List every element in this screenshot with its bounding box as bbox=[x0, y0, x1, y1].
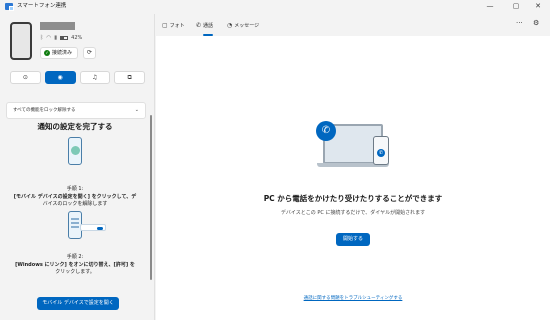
close-button[interactable]: ✕ bbox=[528, 1, 548, 11]
screen-icon: ⧉ bbox=[127, 74, 132, 81]
active-tab-indicator bbox=[203, 34, 213, 36]
screen-tab[interactable]: ⧉ bbox=[114, 71, 145, 84]
phone-illustration bbox=[373, 136, 389, 165]
settings-gear-icon[interactable]: ⚙ bbox=[533, 19, 539, 27]
title-bar: スマートフォン連携 — ▢ ✕ bbox=[0, 0, 550, 14]
notification-bubble-icon bbox=[71, 146, 80, 155]
message-icon: ◔ bbox=[227, 21, 233, 29]
connection-status-badge: ✓ 接続済み bbox=[40, 47, 79, 59]
more-options-button[interactable]: ··· bbox=[516, 19, 523, 27]
photo-icon: ▢ bbox=[162, 21, 168, 29]
check-icon: ✓ bbox=[44, 50, 50, 56]
maximize-button[interactable]: ▢ bbox=[506, 1, 526, 11]
step1-line1: [モバイル デバイスの設定を開く] をクリックして、デ bbox=[13, 193, 137, 200]
tab-messages[interactable]: ◔ メッセージ bbox=[227, 20, 259, 30]
main-panel bbox=[156, 14, 550, 320]
window-title: スマートフォン連携 bbox=[17, 3, 67, 9]
calls-icon: ◉ bbox=[57, 74, 63, 81]
step1-label: 手順 1: bbox=[66, 186, 84, 192]
list-line bbox=[71, 222, 79, 224]
unlock-features-label: すべての機能をロック解除する bbox=[13, 108, 76, 113]
notification-setup-title: 通知の設定を完了する bbox=[37, 122, 113, 131]
link-to-windows-toggle-illustration bbox=[80, 224, 106, 231]
start-button[interactable]: 開始する bbox=[336, 233, 370, 246]
list-line bbox=[71, 226, 79, 228]
music-icon: ♫ bbox=[92, 74, 98, 81]
step1-text: 手順 1: [モバイル デバイスの設定を開く] をクリックして、デ バイスのロッ… bbox=[10, 186, 140, 209]
sidebar-feature-tabs: ⊙ ◉ ♫ ⧉ bbox=[10, 71, 145, 85]
apps-tab[interactable]: ⊙ bbox=[10, 71, 41, 84]
step2-label: 手順 2: bbox=[66, 254, 84, 260]
phone-link-app-icon bbox=[5, 3, 14, 11]
phone-icon: ✆ bbox=[196, 21, 202, 29]
device-phone-image bbox=[10, 22, 32, 60]
battery-percent: 42% bbox=[71, 35, 83, 41]
refresh-button[interactable]: ⟳ bbox=[83, 47, 96, 59]
chevron-down-icon: ⌄ bbox=[134, 107, 139, 113]
battery-icon bbox=[60, 36, 69, 40]
list-line bbox=[71, 218, 79, 220]
refresh-icon: ⟳ bbox=[86, 49, 93, 56]
bluetooth-icon: ᛒ bbox=[40, 35, 44, 41]
hero-subtitle: デバイスとこの PC に接続するだけで、ダイヤルが開始されます bbox=[280, 210, 426, 216]
call-phone-icon: ✆ bbox=[316, 121, 336, 141]
troubleshoot-calls-link[interactable]: 通話に関する問題をトラブルシューティングする bbox=[156, 295, 550, 301]
apps-icon: ⊙ bbox=[22, 74, 28, 81]
music-tab[interactable]: ♫ bbox=[79, 71, 111, 84]
minimize-button[interactable]: — bbox=[480, 1, 500, 11]
wifi-icon: ◠ bbox=[46, 35, 52, 41]
tab-photos-label: フォト bbox=[169, 22, 185, 29]
tab-photos[interactable]: ▢ フォト bbox=[162, 20, 185, 30]
step1-line2: バイスのロックを解除します bbox=[42, 201, 108, 207]
device-name-redacted bbox=[40, 22, 75, 30]
step2-line1: [Windows にリンク] をオンに切り替え、[許可] を bbox=[15, 261, 135, 268]
main-tab-bar: ▢ フォト ✆ 通話 ◔ メッセージ ··· ⚙ bbox=[156, 14, 550, 36]
hero-title: PC から電話をかけたり受けたりすることができます bbox=[263, 194, 443, 203]
calls-tab[interactable]: ◉ bbox=[44, 71, 76, 84]
tab-calls-label: 通話 bbox=[203, 22, 214, 29]
device-status-row: ᛒ ◠ ▮ 42% bbox=[40, 35, 82, 41]
unlock-features-dropdown[interactable]: すべての機能をロック解除する ⌄ bbox=[6, 102, 146, 119]
tab-messages-label: メッセージ bbox=[234, 22, 260, 29]
open-mobile-settings-button[interactable]: モバイル デバイスで設定を開く bbox=[37, 297, 119, 310]
tab-calls[interactable]: ✆ 通話 bbox=[196, 20, 213, 30]
step2-text: 手順 2: [Windows にリンク] をオンに切り替え、[許可] を クリッ… bbox=[10, 254, 140, 277]
sidebar-scrollbar[interactable] bbox=[150, 115, 152, 280]
signal-icon: ▮ bbox=[54, 35, 58, 41]
step1-phone-illustration bbox=[68, 137, 82, 165]
step2-line2: クリックします。 bbox=[55, 269, 95, 275]
connection-status-label: 接続済み bbox=[52, 50, 73, 56]
